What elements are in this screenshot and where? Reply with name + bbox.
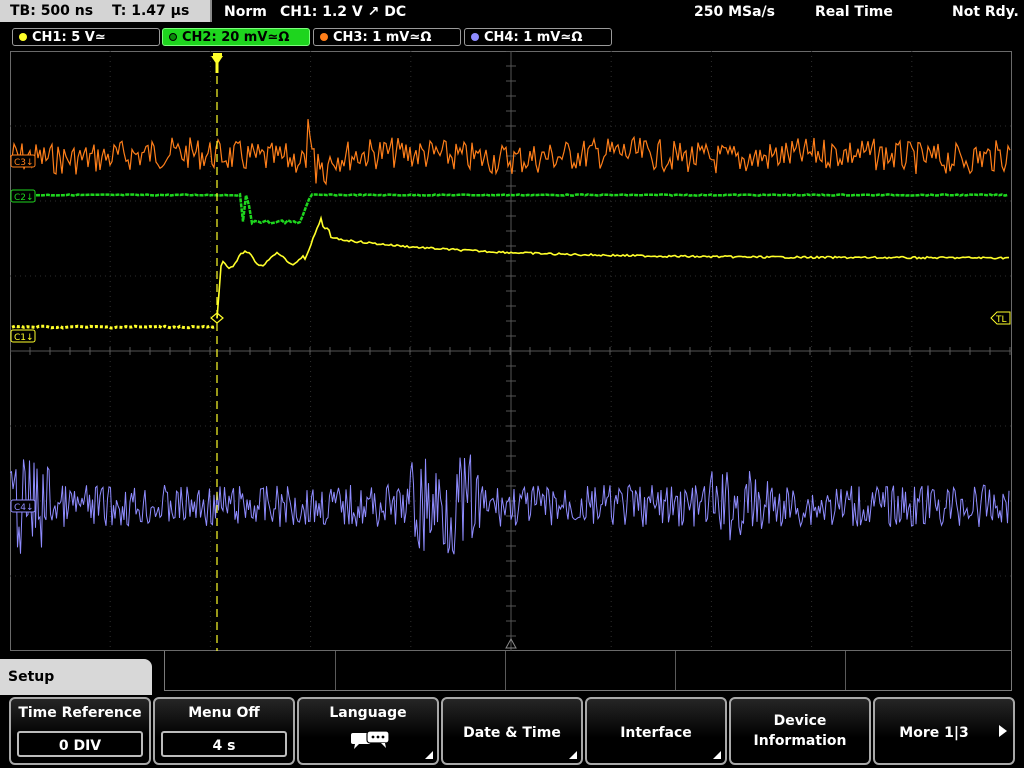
ch2-label: CH2: 20 mV≃Ω xyxy=(182,30,290,45)
ch2-dot-icon xyxy=(169,32,177,41)
ch3-dot-icon xyxy=(320,32,328,41)
c4-marker[interactable]: C4↓ xyxy=(10,499,36,513)
trigger-level-marker[interactable]: TL xyxy=(990,311,1011,325)
date-time-label: Date & Time xyxy=(463,725,561,741)
submenu-indicator-icon xyxy=(569,751,577,759)
ch4-trace xyxy=(10,454,1010,555)
c3-marker[interactable]: C3↓ xyxy=(10,154,36,168)
channel-tab-ch1[interactable]: CH1: 5 V≃ xyxy=(12,28,160,46)
c4-marker-label: C4↓ xyxy=(14,503,34,513)
c2-marker[interactable]: C2↓ xyxy=(10,189,36,203)
channel-tab-ch2[interactable]: CH2: 20 mV≃Ω xyxy=(162,28,310,46)
menu-off-button[interactable]: Menu Off 4 s xyxy=(153,697,295,765)
trigger-mode[interactable]: Norm xyxy=(224,0,267,24)
interface-label: Interface xyxy=(620,725,692,741)
ch4-dot-icon xyxy=(471,32,479,41)
menu-title: Setup xyxy=(8,669,55,685)
language-button[interactable]: Language xyxy=(297,697,439,765)
language-speech-icon xyxy=(351,730,390,749)
c2-marker-label: C2↓ xyxy=(14,193,34,203)
info-area xyxy=(164,651,1012,691)
ch4-label: CH4: 1 mV≃Ω xyxy=(484,30,583,45)
more-label: More 1|3 xyxy=(899,725,969,741)
language-label: Language xyxy=(329,705,407,721)
ch3-trace xyxy=(10,119,1011,186)
acquisition-status: Not Rdy. xyxy=(952,4,1019,20)
time-reference-value: 0 DIV xyxy=(17,731,143,757)
time-reference-button[interactable]: Time Reference 0 DIV xyxy=(9,697,151,765)
sample-rate: 250 MSa/s xyxy=(694,4,776,20)
info-divider xyxy=(335,651,336,690)
ch1-dot-icon xyxy=(19,32,27,41)
c1-marker[interactable]: C1↓ xyxy=(10,329,36,343)
c1-marker-label: C1↓ xyxy=(14,333,34,343)
ch2-trace xyxy=(35,192,1009,226)
menu-title-tab: Setup xyxy=(0,659,152,695)
ch1-label: CH1: 5 V≃ xyxy=(32,30,106,45)
ch1-baseline xyxy=(11,324,217,330)
info-divider xyxy=(505,651,506,690)
menu-off-value: 4 s xyxy=(161,731,287,757)
waveform-canvas: C3↓ C2↓ C1↓ C4↓ TL xyxy=(10,51,1012,651)
menu-off-label: Menu Off xyxy=(188,705,260,721)
trigger-position-icon[interactable] xyxy=(211,53,223,73)
acquisition-mode: Real Time xyxy=(815,4,893,20)
timebase-box[interactable]: TB: 500 ns T: 1.47 µs xyxy=(0,0,212,22)
next-page-icon xyxy=(999,725,1007,737)
interface-button[interactable]: Interface xyxy=(585,697,727,765)
trigger-level-label: TL xyxy=(995,315,1007,325)
device-information-button[interactable]: Device Information xyxy=(729,697,871,765)
date-time-button[interactable]: Date & Time xyxy=(441,697,583,765)
status-bar: TB: 500 ns T: 1.47 µs Norm CH1: 1.2 V ↗ … xyxy=(0,0,1024,24)
ch3-label: CH3: 1 mV≃Ω xyxy=(333,30,432,45)
submenu-indicator-icon xyxy=(425,751,433,759)
channel-tab-ch4[interactable]: CH4: 1 mV≃Ω xyxy=(464,28,612,46)
channel-tab-ch3[interactable]: CH3: 1 mV≃Ω xyxy=(313,28,461,46)
ch1-trace xyxy=(216,215,1009,319)
more-button[interactable]: More 1|3 xyxy=(873,697,1015,765)
submenu-indicator-icon xyxy=(713,751,721,759)
trigger-source[interactable]: CH1: 1.2 V ↗ DC xyxy=(280,0,406,24)
device-information-label: Device Information xyxy=(753,713,847,749)
info-divider xyxy=(675,651,676,690)
time-reference-label: Time Reference xyxy=(18,705,142,721)
info-divider xyxy=(845,651,846,690)
c3-marker-label: C3↓ xyxy=(14,158,34,168)
trigger-time-value: T: 1.47 µs xyxy=(111,3,190,19)
timebase-value: TB: 500 ns xyxy=(10,3,94,19)
